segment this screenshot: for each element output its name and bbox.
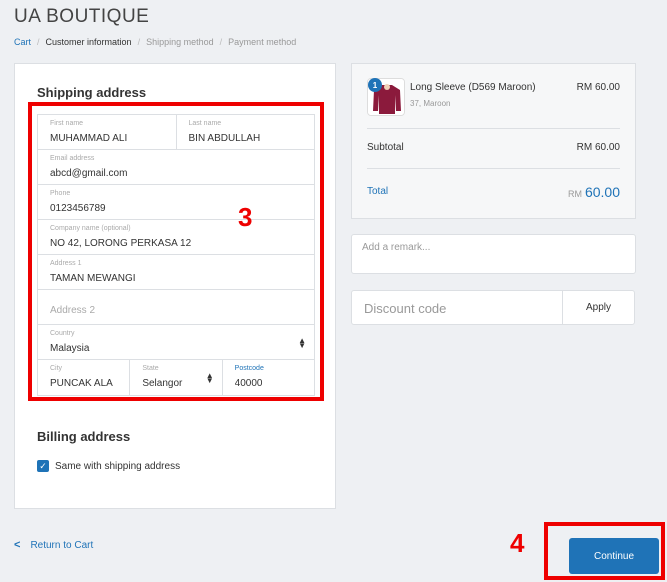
- phone-value: 0123456789: [50, 203, 106, 214]
- order-summary: 1 Long Sleeve (D569 Maroon) 37, Maroon R…: [351, 63, 636, 219]
- apply-discount-button[interactable]: Apply: [562, 290, 635, 325]
- product-name: Long Sleeve (D569 Maroon): [410, 82, 536, 93]
- breadcrumb-separator: /: [37, 37, 40, 47]
- email-label: Email address: [50, 155, 95, 162]
- city-state-postcode-row: City PUNCAK ALA State Selangor ▲ ▼ Postco…: [38, 360, 314, 395]
- city-value: PUNCAK ALA: [50, 378, 113, 389]
- last-name-value: BIN ABDULLAH: [188, 133, 261, 144]
- chevron-left-icon: <: [14, 539, 21, 551]
- company-name-label: Company name (optional): [50, 225, 131, 232]
- same-address-checkbox[interactable]: ✓: [37, 460, 49, 472]
- address1-label: Address 1: [50, 260, 82, 267]
- checkmark-icon: ✓: [39, 460, 47, 471]
- breadcrumb-shipping-method: Shipping method: [146, 37, 214, 47]
- state-value: Selangor: [142, 378, 183, 389]
- subtotal-value: RM 60.00: [576, 142, 620, 153]
- quantity-badge: 1: [368, 78, 382, 92]
- state-label: State: [142, 365, 159, 372]
- total-label: Total: [367, 186, 389, 197]
- postcode-label: Postcode: [234, 365, 264, 372]
- address1-row: Address 1 TAMAN MEWANGI: [38, 255, 314, 290]
- email-field[interactable]: Email address abcd@gmail.com: [38, 150, 314, 184]
- store-title: UA BOUTIQUE: [14, 6, 150, 27]
- postcode-field[interactable]: Postcode 40000: [223, 360, 314, 395]
- breadcrumb-customer-information: Customer information: [45, 37, 132, 47]
- billing-address-title: Billing address: [37, 429, 131, 444]
- company-name-value: NO 42, LORONG PERKASA 12: [50, 238, 192, 249]
- same-address-option[interactable]: ✓ Same with shipping address: [37, 460, 180, 472]
- country-label: Country: [50, 330, 75, 337]
- return-to-cart-label: Return to Cart: [30, 539, 94, 551]
- address1-value: TAMAN MEWANGI: [50, 273, 136, 284]
- address2-row: Address 2: [38, 290, 314, 325]
- shipping-address-form: First name MUHAMMAD ALI Last name BIN AB…: [37, 114, 315, 396]
- summary-divider: [367, 168, 620, 169]
- address2-placeholder: Address 2: [50, 305, 96, 316]
- email-row: Email address abcd@gmail.com: [38, 150, 314, 185]
- continue-button[interactable]: Continue: [569, 538, 659, 574]
- breadcrumb-separator: /: [219, 37, 223, 47]
- last-name-label: Last name: [188, 120, 222, 127]
- same-address-label: Same with shipping address: [55, 460, 181, 472]
- product-variant: 37, Maroon: [410, 99, 451, 108]
- breadcrumb-cart[interactable]: Cart: [14, 37, 31, 47]
- customer-information-panel: Shipping address First name MUHAMMAD ALI…: [14, 63, 336, 509]
- shipping-address-title: Shipping address: [37, 85, 147, 100]
- remark-placeholder: Add a remark...: [362, 242, 431, 253]
- first-name-field[interactable]: First name MUHAMMAD ALI: [38, 115, 177, 149]
- postcode-value: 40000: [234, 378, 263, 389]
- total-amount: 60.00: [584, 184, 620, 200]
- company-name-field[interactable]: Company name (optional) NO 42, LORONG PE…: [38, 220, 314, 254]
- discount-code-input[interactable]: Discount code: [351, 290, 563, 325]
- product-price: RM 60.00: [576, 82, 620, 93]
- breadcrumb: Cart / Customer information / Shipping m…: [14, 37, 296, 47]
- return-to-cart-link[interactable]: < Return to Cart: [14, 539, 93, 551]
- last-name-field[interactable]: Last name BIN ABDULLAH: [177, 115, 315, 149]
- address2-field[interactable]: Address 2: [38, 290, 314, 324]
- country-value: Malaysia: [50, 343, 90, 354]
- breadcrumb-payment-method: Payment method: [228, 37, 297, 47]
- remark-input[interactable]: Add a remark...: [351, 234, 636, 274]
- annotation-step-3: 3: [238, 202, 253, 232]
- discount-code-placeholder: Discount code: [364, 301, 447, 316]
- state-select[interactable]: State Selangor ▲ ▼: [130, 360, 223, 395]
- select-arrows-icon: ▲ ▼: [205, 371, 214, 385]
- phone-row: Phone 0123456789: [38, 185, 314, 220]
- country-select[interactable]: Country Malaysia ▲ ▼: [38, 325, 314, 359]
- annotation-step-4: 4: [510, 528, 525, 558]
- country-row: Country Malaysia ▲ ▼: [38, 325, 314, 360]
- city-label: City: [50, 365, 63, 372]
- subtotal-label: Subtotal: [367, 142, 404, 153]
- address1-field[interactable]: Address 1 TAMAN MEWANGI: [38, 255, 314, 289]
- email-value: abcd@gmail.com: [50, 168, 128, 179]
- total-currency: RM: [567, 189, 582, 199]
- phone-label: Phone: [50, 190, 71, 197]
- first-name-value: MUHAMMAD ALI: [50, 133, 128, 144]
- city-field[interactable]: City PUNCAK ALA: [38, 360, 131, 395]
- select-arrows-icon: ▲ ▼: [298, 336, 306, 350]
- first-name-label: First name: [50, 120, 84, 127]
- company-row: Company name (optional) NO 42, LORONG PE…: [38, 220, 314, 255]
- name-row: First name MUHAMMAD ALI Last name BIN AB…: [38, 115, 314, 150]
- total-value: RM 60.00: [568, 184, 620, 200]
- breadcrumb-separator: /: [137, 37, 141, 47]
- phone-field[interactable]: Phone 0123456789: [38, 185, 314, 219]
- summary-divider: [367, 128, 620, 129]
